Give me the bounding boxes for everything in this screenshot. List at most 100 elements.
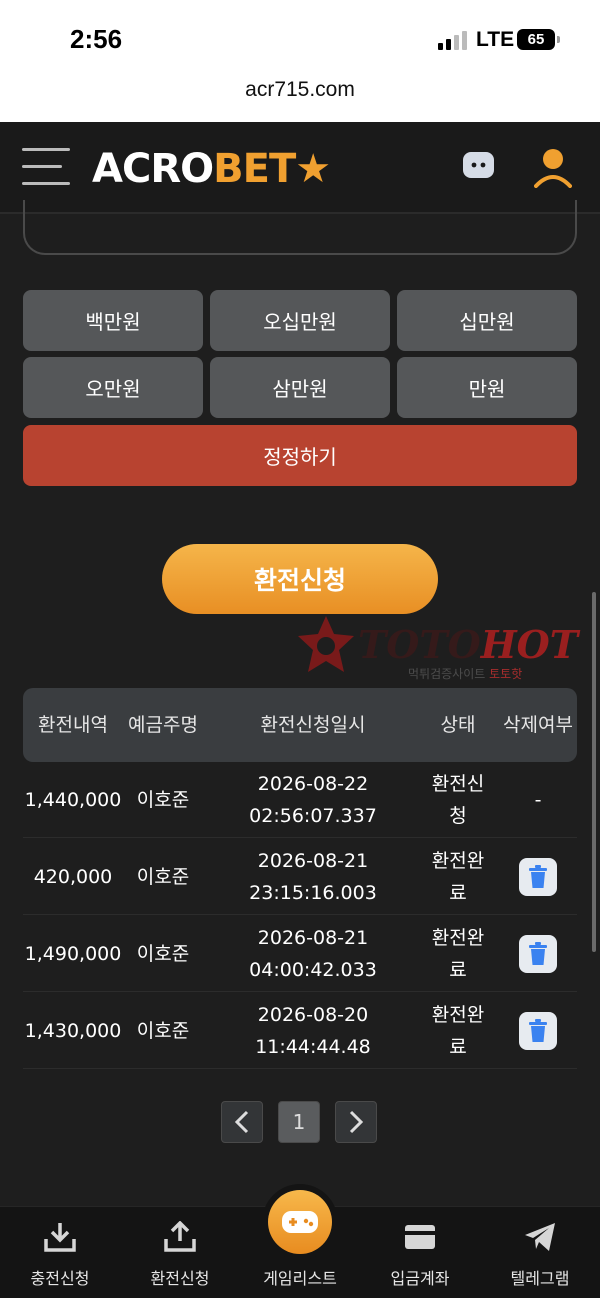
watermark-sub-b: 토토핫 [489,667,523,681]
watermark-sub-a: 먹튀검증사이트 [408,667,486,681]
row-name: 이호준 [136,789,190,811]
column-header-name: 예금주명 [128,714,198,736]
nav-withdraw-label: 환전신청 [150,1269,210,1288]
column-header-amount: 환전내역 [38,714,108,736]
row-status-a: 환전완 [431,927,485,949]
row-name: 이호준 [136,1020,190,1042]
page-button-current[interactable]: 1 [278,1101,320,1143]
next-page-button[interactable] [335,1101,377,1143]
row-status: 환전완료 [423,916,493,992]
row-time: 11:44:44.48 [255,1036,371,1058]
row-status-b: 료 [449,882,467,904]
row-status-a: 환전완 [431,850,485,872]
row-name: 이호준 [136,866,190,888]
row-name: 이호준 [136,943,190,965]
telegram-icon [525,1223,555,1251]
nav-deposit-label: 충전신청 [30,1269,90,1288]
prev-page-button[interactable] [221,1101,263,1143]
table-row: 1,430,000 이호준 2026-08-20 11:44:44.48 환전완료 [23,993,577,1069]
row-datetime: 2026-08-21 23:15:16.003 [223,839,403,915]
column-header-status: 상태 [440,714,476,736]
row-delete-none: - [534,789,542,811]
row-status: 환전완료 [423,993,493,1069]
logo-part1: ACRO [92,146,214,192]
chat-icon[interactable] [462,150,496,182]
table-row: 1,490,000 이호준 2026-08-21 04:00:42.033 환전완… [23,916,577,992]
column-header-delete: 삭제여부 [503,714,573,736]
chevron-left-icon [234,1110,249,1134]
nav-game-list-label: 게임리스트 [263,1269,337,1288]
amount-button-500k[interactable]: 오십만원 [210,290,390,351]
download-icon [44,1223,76,1252]
amount-button-50k[interactable]: 오만원 [23,357,203,418]
withdraw-request-button[interactable]: 환전신청 [162,544,438,614]
card-icon [405,1225,435,1249]
row-delete [503,993,573,1069]
row-delete [503,839,573,915]
row-delete [503,916,573,992]
row-date: 2026-08-21 [257,927,369,949]
row-time: 02:56:07.337 [249,805,377,827]
row-amount: 1,440,000 [24,789,122,811]
row-status-a: 환전완 [431,1004,485,1026]
nav-telegram-label: 텔레그램 [510,1269,570,1288]
scrollbar[interactable] [592,592,596,952]
row-status-b: 료 [449,1036,467,1058]
watermark: TOTOHOT 먹튀검증사이트 토토핫 [296,612,596,687]
game-center-button[interactable] [262,1184,338,1260]
row-status-b: 료 [449,959,467,981]
chevron-right-icon [349,1110,364,1134]
amount-button-30k[interactable]: 삼만원 [210,357,390,418]
amount-input-box[interactable] [23,200,577,255]
row-status-a: 환전신 [431,773,485,795]
trash-icon[interactable] [519,935,557,973]
nav-deposit[interactable]: 충전신청 [0,1207,120,1298]
row-status: 환전완료 [423,839,493,915]
signal-icon [438,30,467,50]
menu-icon[interactable] [22,148,70,186]
row-amount: 1,430,000 [24,1020,122,1042]
nav-withdraw[interactable]: 환전신청 [120,1207,240,1298]
battery-icon: 65 [517,29,560,50]
row-time: 04:00:42.033 [249,959,377,981]
upload-icon [164,1221,196,1252]
row-date: 2026-08-20 [257,1004,369,1026]
pagination: 1 [221,1101,377,1143]
logo-part2: BET [213,146,296,192]
amount-button-10k[interactable]: 만원 [397,357,577,418]
url-bar[interactable]: acr715.com [0,78,600,102]
row-status-b: 청 [449,805,467,827]
clock: 2:56 [70,24,123,54]
table-header: 환전내역 예금주명 환전신청일시 상태 삭제여부 [23,688,577,762]
trash-icon[interactable] [519,1012,557,1050]
row-amount: 1,490,000 [24,943,122,965]
row-time: 23:15:16.003 [249,882,377,904]
table-row: 420,000 이호준 2026-08-21 23:15:16.003 환전완료 [23,839,577,915]
column-header-date: 환전신청일시 [260,714,366,736]
nav-account[interactable]: 입금계좌 [360,1207,480,1298]
watermark-logo-icon [298,616,354,672]
row-datetime: 2026-08-20 11:44:44.48 [223,993,403,1069]
row-datetime: 2026-08-22 02:56:07.337 [223,762,403,838]
trash-icon[interactable] [519,858,557,896]
row-datetime: 2026-08-21 04:00:42.033 [223,916,403,992]
watermark-brand-a: TOTO [358,622,481,667]
amount-button-grid: 백만원 오십만원 십만원 오만원 삼만원 만원 [23,290,577,418]
star-icon: ★ [295,146,331,192]
gamepad-icon [282,1211,318,1233]
row-amount: 420,000 [33,866,113,888]
watermark-brand-b: HOT [480,622,579,667]
logo[interactable]: ACROBET★ [92,146,331,192]
table-row: 1,440,000 이호준 2026-08-22 02:56:07.337 환전신… [23,762,577,838]
nav-telegram[interactable]: 텔레그램 [480,1207,600,1298]
reset-button[interactable]: 정정하기 [23,425,577,486]
network-label: LTE [476,28,515,51]
row-status: 환전신청 [423,762,493,838]
amount-button-100k[interactable]: 십만원 [397,290,577,351]
nav-account-label: 입금계좌 [390,1269,450,1288]
row-date: 2026-08-22 [257,773,369,795]
amount-button-1m[interactable]: 백만원 [23,290,203,351]
user-icon[interactable] [534,146,572,188]
ios-status-bar: 2:56 LTE 65 acr715.com [0,0,600,122]
row-date: 2026-08-21 [257,850,369,872]
